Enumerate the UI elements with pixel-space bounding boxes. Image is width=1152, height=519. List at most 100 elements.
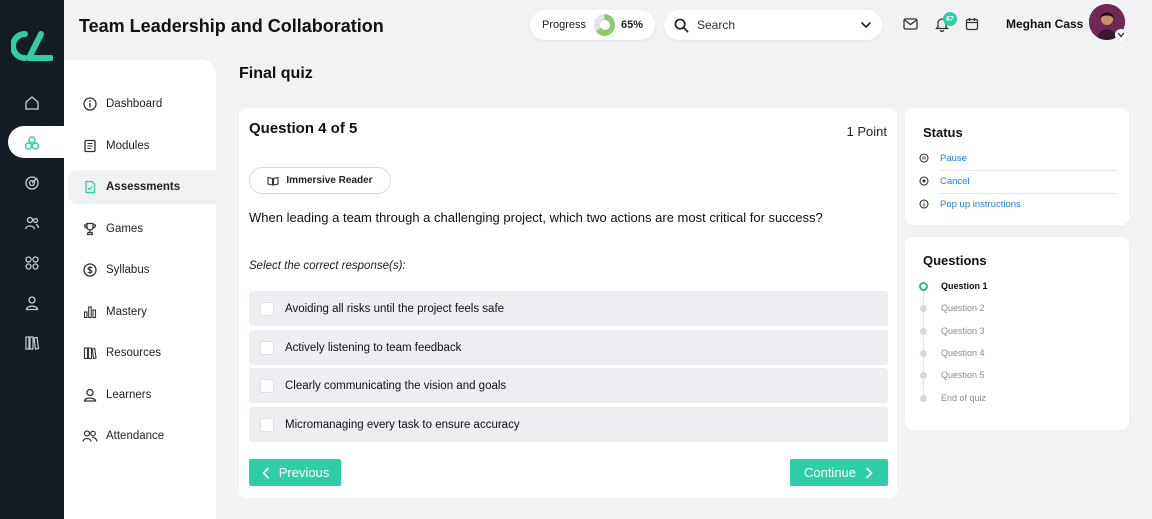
cancel-circle-icon [919, 176, 929, 186]
step-label: Question 3 [941, 326, 985, 336]
user-icon[interactable] [20, 291, 44, 315]
course-title: Team Leadership and Collaboration [79, 16, 384, 36]
answer-checkbox[interactable] [260, 301, 274, 316]
immersive-reader-button[interactable]: Immersive Reader [249, 167, 391, 194]
icon-rail [0, 0, 68, 519]
avatar-dropdown-icon[interactable] [1115, 29, 1127, 41]
answer-option[interactable]: Micromanaging every task to ensure accur… [249, 407, 888, 442]
grid-icon[interactable] [20, 251, 44, 275]
nav-item-label: Mastery [106, 306, 147, 318]
question-step[interactable]: Question 4 [920, 345, 1110, 361]
answer-option[interactable]: Actively listening to team feedback [249, 330, 888, 365]
document-icon [82, 138, 98, 154]
library-icon[interactable] [20, 331, 44, 355]
answer-option-label: Avoiding all risks until the project fee… [285, 302, 505, 315]
previous-label: Previous [278, 465, 330, 480]
answer-option-label: Actively listening to team feedback [285, 341, 462, 354]
previous-button[interactable]: Previous [249, 459, 341, 486]
mail-icon[interactable] [901, 15, 919, 33]
dollar-circle-icon [82, 262, 98, 278]
question-step[interactable]: Question 3 [920, 323, 1110, 339]
answer-checkbox[interactable] [260, 417, 274, 432]
nav-item-attendance[interactable]: Attendance [68, 419, 216, 453]
question-card: Question 4 of 5 1 Point Immersive Reader… [239, 108, 897, 498]
nav-item-label: Learners [106, 389, 152, 401]
step-dot [920, 327, 927, 335]
question-step[interactable]: Question 5 [920, 367, 1110, 383]
progress-label: Progress [542, 19, 587, 31]
continue-button[interactable]: Continue [790, 459, 888, 486]
step-label: Question 2 [941, 303, 985, 313]
question-heading: Question 4 of 5 [249, 120, 358, 137]
nav-item-label: Syllabus [106, 264, 150, 276]
assessment-file-icon [82, 179, 98, 195]
cancel-link[interactable]: Cancel [919, 170, 1117, 192]
step-label: Question 5 [941, 370, 985, 380]
nav-item-resources[interactable]: Resources [68, 336, 216, 370]
status-title: Status [923, 125, 963, 140]
cancel-label: Cancel [940, 175, 970, 187]
nav-item-games[interactable]: Games [68, 212, 216, 246]
pause-label: Pause [940, 152, 967, 164]
progress-percent: 65% [620, 19, 643, 31]
nav-item-syllabus[interactable]: Syllabus [68, 253, 216, 287]
nav-item-label: Dashboard [106, 98, 163, 110]
info-circle-icon [919, 199, 929, 209]
nav-item-mastery[interactable]: Mastery [68, 295, 216, 329]
books-icon [82, 345, 98, 361]
answer-option[interactable]: Clearly communicating the vision and goa… [249, 368, 888, 403]
progress-donut [594, 14, 615, 36]
search-placeholder: Search [697, 18, 736, 32]
questions-panel: Questions Question 1 Question 2 Question… [905, 237, 1129, 430]
nav-item-learners[interactable]: Learners [68, 378, 216, 412]
step-dot [920, 394, 927, 402]
nav-item-label: Attendance [106, 430, 165, 442]
trophy-icon [82, 221, 98, 237]
nav-item-label: Games [106, 223, 144, 235]
answer-checkbox[interactable] [260, 340, 274, 355]
user-name[interactable]: Meghan Cass [1006, 17, 1083, 31]
answer-checkbox[interactable] [260, 378, 274, 393]
nav-item-assessments[interactable]: Assessments [68, 170, 216, 204]
app-logo[interactable] [11, 30, 53, 62]
question-step[interactable]: Question 2 [920, 300, 1110, 316]
question-step[interactable]: Question 1 [919, 278, 1110, 294]
step-label: Question 4 [941, 348, 985, 358]
chevron-left-icon [262, 467, 269, 478]
step-label: End of quiz [941, 393, 987, 403]
nav-item-modules[interactable]: Modules [68, 129, 216, 163]
step-dot [920, 304, 927, 312]
pause-link[interactable]: Pause [919, 147, 1117, 169]
book-open-icon [267, 176, 279, 186]
chevron-down-icon[interactable] [860, 19, 872, 31]
step-dot [919, 281, 928, 291]
search-icon [674, 18, 689, 32]
answer-option-label: Clearly communicating the vision and goa… [285, 379, 507, 392]
cluster-icon[interactable] [20, 131, 44, 155]
question-instruction: Select the correct response(s): [249, 260, 406, 272]
chevron-right-icon [866, 467, 873, 478]
group-icon[interactable] [20, 211, 44, 235]
page-title: Final quiz [239, 65, 313, 82]
progress-indicator: Progress 65% [530, 10, 655, 40]
popup-instructions-link[interactable]: Pop up instructions [919, 193, 1117, 215]
bar-chart-icon [82, 304, 98, 320]
search-input[interactable]: Search [664, 10, 882, 40]
calendar-icon[interactable] [963, 15, 981, 33]
continue-label: Continue [803, 465, 857, 480]
target-icon[interactable] [20, 171, 44, 195]
immersive-reader-label: Immersive Reader [286, 175, 373, 186]
nav-item-dashboard[interactable]: Dashboard [68, 87, 216, 121]
question-step[interactable]: End of quiz [920, 390, 1110, 406]
pause-circle-icon [919, 153, 929, 163]
answer-option[interactable]: Avoiding all risks until the project fee… [249, 291, 888, 326]
nav-item-label: Resources [106, 347, 161, 359]
status-panel: Status Pause Cancel Pop up instructions [905, 108, 1129, 225]
step-dot [920, 349, 927, 357]
questions-title: Questions [923, 253, 987, 268]
notification-count-badge: 67 [943, 12, 957, 26]
nav-item-label: Assessments [106, 181, 181, 193]
info-icon [82, 96, 98, 112]
home-icon[interactable] [20, 91, 44, 115]
attendance-icon [82, 428, 98, 444]
